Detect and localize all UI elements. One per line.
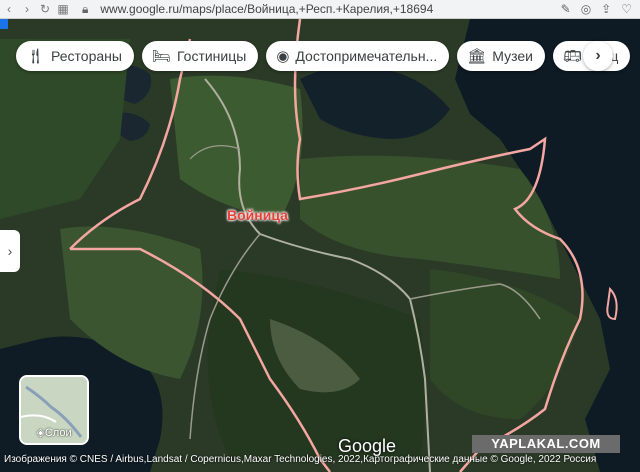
camera-icon[interactable]: ◎ xyxy=(581,2,591,16)
restaurant-icon: 🍴︎ xyxy=(26,48,46,65)
layers-icon: ◈ xyxy=(36,427,45,439)
edit-icon[interactable]: ✎ xyxy=(561,2,571,16)
chip-label: Гостиницы xyxy=(177,48,247,64)
map-attribution: Изображения © CNES / Airbus,Landsat / Co… xyxy=(0,454,640,472)
chip-attractions[interactable]: ◉ Достопримечательн... xyxy=(266,41,450,71)
apps-icon[interactable]: ▦ xyxy=(54,2,72,16)
attraction-icon: ◉ xyxy=(276,48,290,65)
forward-icon[interactable]: › xyxy=(18,2,36,16)
chip-museums[interactable]: 🏛︎ Музеи xyxy=(457,41,545,71)
heart-icon[interactable]: ♡ xyxy=(621,2,632,16)
watermark: YAPLAKAL.COM xyxy=(472,435,620,453)
chip-hotels[interactable]: 🛏︎ Гостиницы xyxy=(141,41,259,71)
refresh-icon[interactable]: ↻ xyxy=(36,2,54,16)
back-icon[interactable]: ‹ xyxy=(0,2,18,16)
attribution-text: Изображения © CNES / Airbus,Landsat / Co… xyxy=(4,454,561,465)
museum-icon: 🏛︎ xyxy=(467,48,487,65)
chip-label: Рестораны xyxy=(51,48,122,64)
chip-restaurants[interactable]: 🍴︎ Рестораны xyxy=(16,41,134,71)
place-label[interactable]: Войница xyxy=(227,207,288,223)
chevron-right-icon: › xyxy=(595,47,601,64)
browser-toolbar: ‹ › ↻ ▦ 🔒︎ www.google.ru/maps/place/Войни… xyxy=(0,0,640,19)
side-panel-toggle[interactable]: › xyxy=(0,230,20,272)
chevron-right-icon: › xyxy=(7,243,13,259)
hotel-icon: 🛏︎ xyxy=(151,48,172,65)
chip-label: Достопримечательн... xyxy=(295,48,438,64)
layers-label: Слои xyxy=(44,426,72,439)
layers-button[interactable]: ◈ Слои xyxy=(19,375,89,445)
satellite-map[interactable] xyxy=(0,19,640,472)
url-text: www.google.ru/maps/place/Войница,+Респ.+… xyxy=(100,1,434,16)
chip-label: Музеи xyxy=(492,48,533,64)
share-icon[interactable]: ⇪ xyxy=(601,2,611,16)
region-text[interactable]: Россия xyxy=(563,454,596,465)
chips-next-button[interactable]: › xyxy=(583,41,613,71)
map-edge-tab xyxy=(0,19,8,29)
lock-icon: 🔒︎ xyxy=(82,1,89,16)
address-bar[interactable]: 🔒︎ www.google.ru/maps/place/Войница,+Респ… xyxy=(82,2,561,17)
transit-icon: 🚌︎ xyxy=(562,48,582,65)
category-chips: 🍴︎ Рестораны 🛏︎ Гостиницы ◉ Достопримечател… xyxy=(16,41,631,71)
